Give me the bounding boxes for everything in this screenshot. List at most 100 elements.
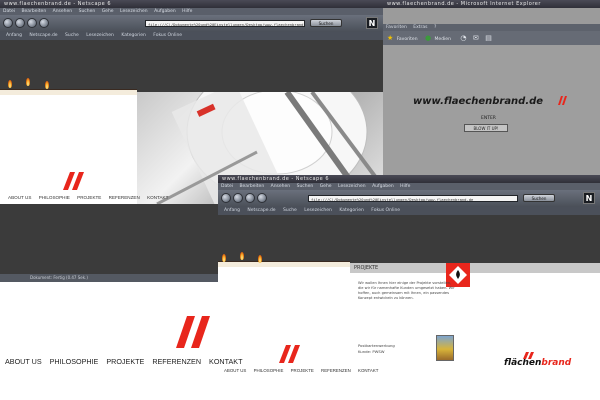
bookmark-netscape-2[interactable]: Netscape.de: [247, 208, 275, 213]
ie-toolbar: ★ Favoriten ● Medien ◔ ✉ ▤: [383, 31, 600, 45]
stop-button[interactable]: [39, 18, 49, 28]
nav-projekte-large[interactable]: PROJEKTE: [106, 357, 144, 366]
nav-referenzen-2[interactable]: REFERENZEN: [321, 368, 351, 373]
menu-gehe-2[interactable]: Gehe: [320, 184, 332, 189]
menu-suchen[interactable]: Suchen: [79, 9, 96, 14]
nav-philosophie-2[interactable]: PHILOSOPHIE: [254, 368, 284, 373]
stop-button-2[interactable]: [257, 193, 267, 203]
menu-lesezeichen-2[interactable]: Lesezeichen: [338, 184, 366, 189]
ie-menu-favoriten[interactable]: Favoriten: [386, 25, 407, 30]
nav-kontakt[interactable]: KONTAKT: [147, 195, 168, 200]
reload-button[interactable]: [27, 18, 37, 28]
bookmark-anfang[interactable]: Anfang: [6, 33, 22, 38]
site-nav-large: ABOUT US PHILOSOPHIE PROJEKTE REFERENZEN…: [5, 357, 248, 366]
bookmarks-toolbar-2: Anfang Netscape.de Suche Lesezeichen Kat…: [218, 207, 600, 215]
bookmark-lesezeichen[interactable]: Lesezeichen: [86, 33, 114, 38]
flame-icon: [45, 81, 49, 89]
ie-print-icon[interactable]: ▤: [485, 34, 492, 42]
bookmark-lesezeichen-2[interactable]: Lesezeichen: [304, 208, 332, 213]
search-button[interactable]: Suchen: [310, 19, 342, 27]
flame-icon: [222, 254, 226, 262]
ie-history-icon[interactable]: ◔: [460, 34, 466, 42]
nav-about-large[interactable]: ABOUT US: [5, 357, 42, 366]
nav-projekte-2[interactable]: PROJEKTE: [291, 368, 314, 373]
menu-hilfe[interactable]: Hilfe: [182, 9, 192, 14]
menu-hilfe-2[interactable]: Hilfe: [400, 184, 410, 189]
menu-aufgaben-2[interactable]: Aufgaben: [372, 184, 394, 189]
nav-about[interactable]: ABOUT US: [8, 195, 31, 200]
menu-bearbeiten-2[interactable]: Bearbeiten: [239, 184, 264, 189]
menu-ansehen[interactable]: Ansehen: [53, 9, 73, 14]
ie-menu-bar: Favoriten Extras ?: [383, 24, 600, 31]
url-field[interactable]: file:///C|/Dokumente%20und%20Einstellung…: [145, 20, 305, 27]
ie-favoriten-button[interactable]: Favoriten: [397, 37, 418, 42]
nav-referenzen-large[interactable]: REFERENZEN: [152, 357, 201, 366]
flame-icon: [258, 255, 262, 263]
forward-button[interactable]: [15, 18, 25, 28]
nav-kontakt-2[interactable]: KONTAKT: [358, 368, 378, 373]
flame-icon: [26, 78, 30, 86]
bookmark-fokus-2[interactable]: Fokus Online: [371, 208, 400, 213]
brand-wordmark: flächenbrand: [504, 358, 571, 368]
menu-datei[interactable]: Datei: [3, 9, 15, 14]
bookmark-suche[interactable]: Suche: [65, 33, 79, 38]
ie-menu-extras[interactable]: Extras: [413, 25, 427, 30]
bookmark-fokus[interactable]: Fokus Online: [153, 33, 182, 38]
back-button[interactable]: [3, 18, 13, 28]
nav-kontakt-large[interactable]: KONTAKT: [209, 357, 242, 366]
blow-it-up-button[interactable]: BLOW IT UP!: [464, 124, 508, 132]
projects-text: Wir wollen Ihnen hier einige der Projekt…: [358, 281, 455, 300]
bookmark-kategorien[interactable]: Kategorien: [121, 33, 146, 38]
site-nav-2: ABOUT US PHILOSOPHIE PROJEKTE REFERENZEN…: [224, 368, 384, 373]
netscape-window-projects: www.flaechenbrand.de - Netscape 6 Datei …: [218, 175, 600, 400]
menu-aufgaben[interactable]: Aufgaben: [154, 9, 176, 14]
search-button-2[interactable]: Suchen: [523, 194, 555, 202]
forward-button-2[interactable]: [233, 193, 243, 203]
project-thumbnail[interactable]: [436, 335, 454, 361]
flame-icon: [240, 252, 244, 260]
window-title-2: www.flaechenbrand.de - Netscape 6: [218, 175, 600, 183]
burnt-edge-2: [218, 261, 350, 267]
navigation-toolbar-2: file:///C|/Dokumente%20und%20Einstellung…: [218, 190, 600, 207]
brand-logo-large-icon: [176, 316, 210, 348]
ie-page: [383, 45, 600, 175]
ie-menu-help[interactable]: ?: [434, 25, 436, 30]
navigation-toolbar: file:///C|/Dokumente%20und%20Einstellung…: [0, 15, 383, 32]
bookmarks-toolbar: Anfang Netscape.de Suche Lesezeichen Kat…: [0, 32, 383, 40]
bookmark-netscape[interactable]: Netscape.de: [29, 33, 57, 38]
menu-datei-2[interactable]: Datei: [221, 184, 233, 189]
ie-media-button[interactable]: Medien: [435, 37, 451, 42]
ie-media-icon[interactable]: ●: [425, 34, 431, 42]
menu-lesezeichen[interactable]: Lesezeichen: [120, 9, 148, 14]
ie-star-icon[interactable]: ★: [387, 34, 393, 42]
nav-philosophie[interactable]: PHILOSOPHIE: [39, 195, 70, 200]
ie-logo-slash-icon: [558, 96, 567, 105]
bookmark-kategorien-2[interactable]: Kategorien: [339, 208, 364, 213]
menu-bar: Datei Bearbeiten Ansehen Suchen Gehe Les…: [0, 8, 383, 15]
projects-header-right: [470, 263, 600, 273]
nav-referenzen[interactable]: REFERENZEN: [109, 195, 140, 200]
enlarged-page: ABOUT US PHILOSOPHIE PROJEKTE REFERENZEN…: [0, 290, 242, 400]
brand-wordmark-right: brand: [541, 358, 572, 368]
back-button-2[interactable]: [221, 193, 231, 203]
ie-mail-icon[interactable]: ✉: [473, 34, 479, 42]
bookmark-suche-2[interactable]: Suche: [283, 208, 297, 213]
ie-logo: www.flaechenbrand.de: [413, 96, 544, 107]
nav-about-2[interactable]: ABOUT US: [224, 368, 246, 373]
netscape-logo-icon: N: [366, 17, 378, 29]
project-client: Kunde: PWSW: [358, 349, 385, 354]
reload-button-2[interactable]: [245, 193, 255, 203]
menu-ansehen-2[interactable]: Ansehen: [271, 184, 291, 189]
nav-philosophie-large[interactable]: PHILOSOPHIE: [50, 357, 99, 366]
url-field-2[interactable]: file:///C|/Dokumente%20und%20Einstellung…: [308, 195, 518, 202]
menu-suchen-2[interactable]: Suchen: [297, 184, 314, 189]
brand-logo-icon: [63, 172, 84, 190]
menu-bearbeiten[interactable]: Bearbeiten: [21, 9, 46, 14]
window-title: www.flaechenbrand.de - Netscape 6: [0, 0, 383, 8]
ie-window-title: www.flaechenbrand.de - Microsoft Interne…: [383, 0, 600, 8]
menu-gehe[interactable]: Gehe: [102, 9, 114, 14]
nav-projekte[interactable]: PROJEKTE: [77, 195, 101, 200]
projects-title: PROJEKTE: [354, 265, 379, 271]
bookmark-anfang-2[interactable]: Anfang: [224, 208, 240, 213]
menu-bar-2: Datei Bearbeiten Ansehen Suchen Gehe Les…: [218, 183, 600, 190]
